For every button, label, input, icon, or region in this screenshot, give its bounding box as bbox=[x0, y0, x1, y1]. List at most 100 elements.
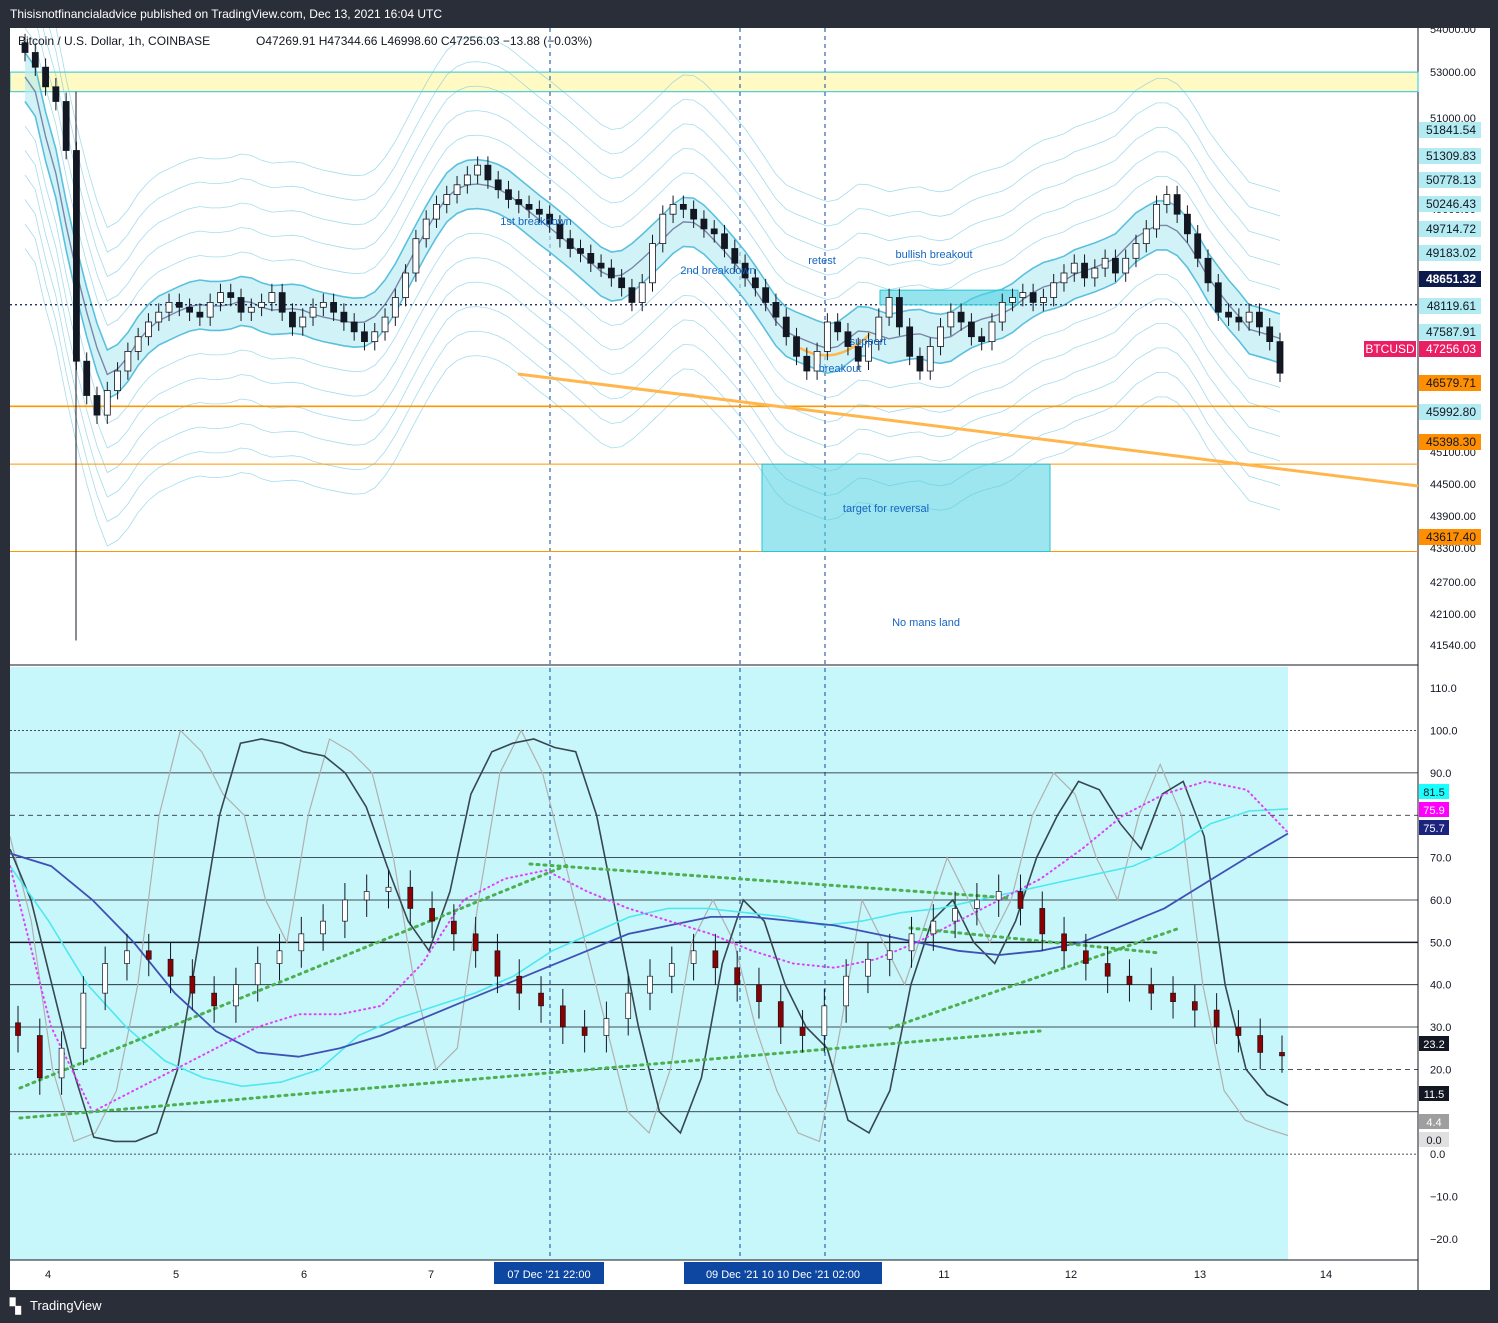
annotation-0: 1st breakdown bbox=[500, 216, 572, 228]
osc-tick: 90.0 bbox=[1430, 768, 1451, 780]
osc-candle-body bbox=[995, 891, 1002, 901]
price-badge: 50778.13 bbox=[1426, 173, 1476, 187]
osc-badge: 75.7 bbox=[1423, 823, 1444, 835]
candle-body bbox=[186, 306, 193, 313]
annotation-6: No mans land bbox=[892, 617, 960, 629]
candle-body bbox=[1235, 316, 1243, 323]
candle-body bbox=[330, 301, 338, 313]
osc-tick: 110.0 bbox=[1430, 683, 1457, 695]
candle-body bbox=[885, 297, 893, 318]
oscillator-background bbox=[10, 667, 1288, 1260]
candle-body bbox=[93, 395, 101, 416]
candle-body bbox=[299, 316, 307, 328]
candle-body bbox=[762, 287, 770, 303]
osc-candle-body bbox=[843, 975, 849, 1007]
candle-body bbox=[237, 297, 245, 313]
date-badge-0: 07 Dec ’21 22:00 bbox=[507, 1269, 590, 1281]
chart-frame[interactable]: target for reversal 1st breakdown 2nd brea… bbox=[10, 28, 1490, 1290]
osc-candle-body bbox=[930, 920, 937, 935]
chart-svg[interactable]: target for reversal 1st breakdown 2nd brea… bbox=[10, 28, 1490, 1290]
candle-body bbox=[587, 252, 595, 264]
osc-badge: 81.5 bbox=[1423, 787, 1444, 799]
price-badge: 48651.32 bbox=[1426, 272, 1476, 286]
candle-body bbox=[515, 199, 523, 205]
osc-candle-body bbox=[886, 950, 893, 960]
candle-body bbox=[957, 311, 965, 323]
osc-candle-body bbox=[451, 920, 457, 935]
osc-candle-body bbox=[581, 1026, 588, 1036]
candle-body bbox=[895, 297, 903, 328]
candle-body bbox=[1040, 297, 1047, 303]
osc-badge: 75.9 bbox=[1423, 805, 1444, 817]
osc-candle-body bbox=[1148, 984, 1155, 994]
candle-body bbox=[854, 346, 862, 362]
osc-candle-body bbox=[211, 992, 217, 1007]
price-badge: 49714.72 bbox=[1426, 222, 1476, 236]
candle-body bbox=[988, 321, 996, 343]
candle-body bbox=[1204, 257, 1212, 284]
price-tick: 44500.00 bbox=[1430, 479, 1476, 491]
osc-badge: 0.0 bbox=[1426, 1135, 1441, 1147]
candle-body bbox=[710, 228, 718, 235]
candle-body bbox=[206, 301, 214, 318]
candle-body bbox=[937, 326, 944, 347]
candle-body bbox=[700, 218, 708, 230]
osc-tick: 100.0 bbox=[1430, 726, 1458, 738]
osc-tick: 60.0 bbox=[1430, 895, 1451, 907]
price-tick: 42700.00 bbox=[1430, 577, 1476, 589]
osc-candle-body bbox=[1235, 1026, 1242, 1036]
candle-body bbox=[474, 164, 482, 176]
osc-candle-body bbox=[1039, 908, 1046, 935]
osc-candle-body bbox=[865, 958, 871, 977]
candle-body bbox=[597, 262, 605, 269]
candle-body bbox=[134, 336, 142, 352]
candle-body bbox=[1184, 213, 1191, 235]
price-badge: 51841.54 bbox=[1426, 123, 1476, 137]
osc-candle-body bbox=[908, 933, 915, 952]
osc-tick: 30.0 bbox=[1430, 1022, 1451, 1034]
osc-candle-body bbox=[102, 963, 109, 994]
price-badge: 48119.61 bbox=[1427, 299, 1476, 313]
osc-tick: 40.0 bbox=[1430, 980, 1451, 992]
candle-body bbox=[175, 301, 183, 308]
candle-body bbox=[690, 208, 698, 220]
osc-candle-body bbox=[80, 992, 87, 1049]
candle-body bbox=[227, 292, 235, 298]
candle-body bbox=[1132, 243, 1140, 259]
candle-body bbox=[145, 321, 152, 338]
ohlc-values: O47269.91 H47344.66 L46998.60 C47256.03 … bbox=[256, 34, 592, 48]
osc-candle-body bbox=[952, 908, 958, 922]
osc-candle-body bbox=[1083, 950, 1089, 964]
resistance-zone bbox=[10, 71, 1419, 93]
candle-body bbox=[1081, 262, 1088, 279]
osc-candle-body bbox=[1170, 992, 1176, 1002]
time-tick: 13 bbox=[1194, 1269, 1206, 1281]
candle-body bbox=[803, 355, 811, 372]
annotation-3: bullish breakout bbox=[895, 249, 972, 261]
price-badge: 47587.91 bbox=[1426, 325, 1476, 339]
candle-body bbox=[402, 272, 410, 298]
candle-body bbox=[453, 184, 461, 196]
price-badge: 50246.43 bbox=[1426, 197, 1476, 211]
candle-body bbox=[484, 164, 492, 181]
candle-body bbox=[772, 301, 780, 318]
candle-body bbox=[926, 346, 934, 372]
candle-body bbox=[916, 355, 924, 372]
osc-candle-body bbox=[756, 984, 762, 1002]
candle-body bbox=[978, 336, 986, 343]
candle-body bbox=[443, 194, 451, 205]
osc-tick: 20.0 bbox=[1430, 1064, 1451, 1076]
candle-body bbox=[114, 370, 121, 392]
candle-body bbox=[422, 218, 430, 240]
candle-body bbox=[525, 203, 533, 210]
osc-candle-body bbox=[189, 975, 196, 994]
osc-candle-body bbox=[1126, 975, 1133, 986]
candle-body bbox=[1194, 233, 1202, 259]
candle-body bbox=[1101, 257, 1109, 269]
candle-body bbox=[823, 321, 831, 352]
osc-tick: 50.0 bbox=[1430, 937, 1451, 949]
candle-body bbox=[947, 311, 955, 328]
candle-body bbox=[638, 282, 646, 303]
candle-body bbox=[83, 360, 91, 396]
annotation-1: 2nd breakdown bbox=[680, 265, 755, 277]
